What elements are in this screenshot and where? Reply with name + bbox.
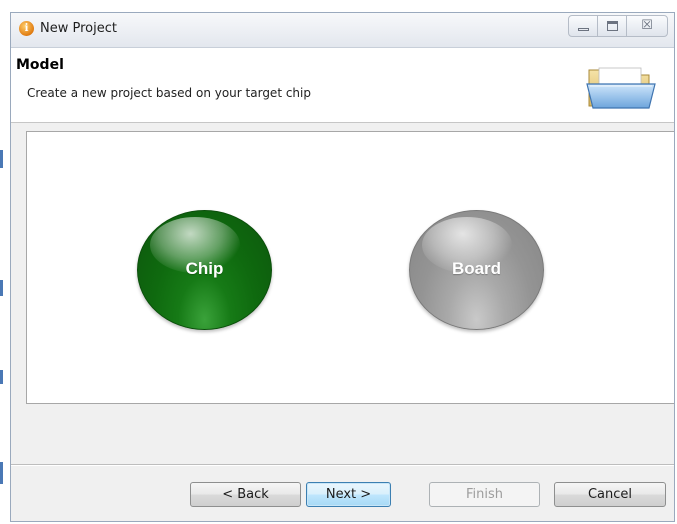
minimize-icon [578,28,589,31]
window-controls: ☒ [568,15,668,37]
page-description: Create a new project based on your targe… [27,86,311,100]
folder-icon [586,67,656,109]
button-separator [11,464,674,466]
wizard-header: Model Create a new project based on your… [11,48,674,123]
cancel-button[interactable]: Cancel [554,482,666,507]
title-bar[interactable]: i New Project ☒ [11,13,674,48]
board-option-label: Board [451,259,502,278]
maximize-icon [607,21,618,31]
finish-button[interactable]: Finish [429,482,540,507]
left-edge-mark-1 [0,150,3,168]
left-edge-mark-4 [0,462,3,484]
close-icon: ☒ [641,18,653,33]
chip-option-button[interactable]: Chip [137,210,272,330]
left-edge-mark-2 [0,280,3,296]
minimize-button[interactable] [568,15,598,37]
next-button[interactable]: Next > [306,482,391,507]
board-option-button[interactable]: Board [409,210,544,330]
left-edge-mark-3 [0,370,3,384]
new-project-dialog: i New Project ☒ Model Create a new proje… [10,12,675,522]
back-button[interactable]: < Back [190,482,301,507]
project-type-panel: Chip Board [26,131,674,404]
chip-option-label: Chip [185,259,224,278]
info-icon: i [19,21,34,36]
window-title: New Project [40,21,117,36]
maximize-button[interactable] [597,15,627,37]
close-button[interactable]: ☒ [626,15,668,37]
page-title: Model [16,57,64,73]
